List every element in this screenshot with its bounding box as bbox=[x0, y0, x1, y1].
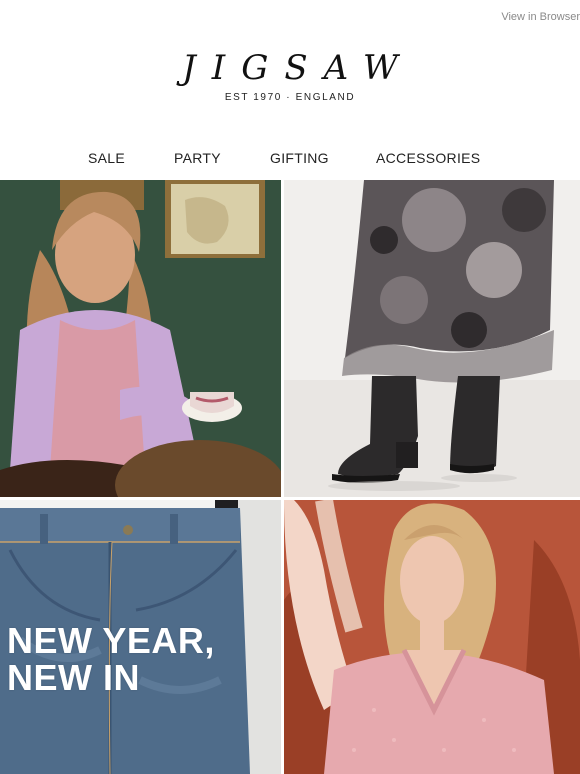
product-image-pink-knit-vest[interactable] bbox=[284, 500, 580, 774]
brand-logo[interactable]: JIGSAW EST 1970 · ENGLAND bbox=[0, 50, 580, 103]
brand-tagline: EST 1970 · ENGLAND bbox=[224, 92, 356, 103]
main-navigation: SALE PARTY GIFTING ACCESSORIES bbox=[0, 150, 580, 172]
brand-name: JIGSAW bbox=[182, 48, 414, 88]
nav-item-accessories[interactable]: ACCESSORIES bbox=[376, 150, 480, 166]
product-image-lilac-cardigan[interactable] bbox=[0, 180, 281, 497]
hero-headline-line2: NEW IN bbox=[7, 657, 140, 698]
hero-headline-line1: NEW YEAR, bbox=[7, 620, 215, 661]
nav-item-sale[interactable]: SALE bbox=[88, 150, 125, 166]
photo-woman-lilac-cardigan-icon bbox=[0, 180, 281, 497]
photo-floral-skirt-boots-icon bbox=[284, 180, 580, 497]
nav-item-gifting[interactable]: GIFTING bbox=[270, 150, 329, 166]
view-in-browser-link[interactable]: View in Browser bbox=[501, 11, 580, 23]
photo-woman-pink-knit-vest-icon bbox=[284, 500, 580, 774]
hero-headline: NEW YEAR, NEW IN bbox=[7, 622, 215, 696]
nav-item-party[interactable]: PARTY bbox=[174, 150, 221, 166]
product-image-floral-skirt-boots[interactable] bbox=[284, 180, 580, 497]
